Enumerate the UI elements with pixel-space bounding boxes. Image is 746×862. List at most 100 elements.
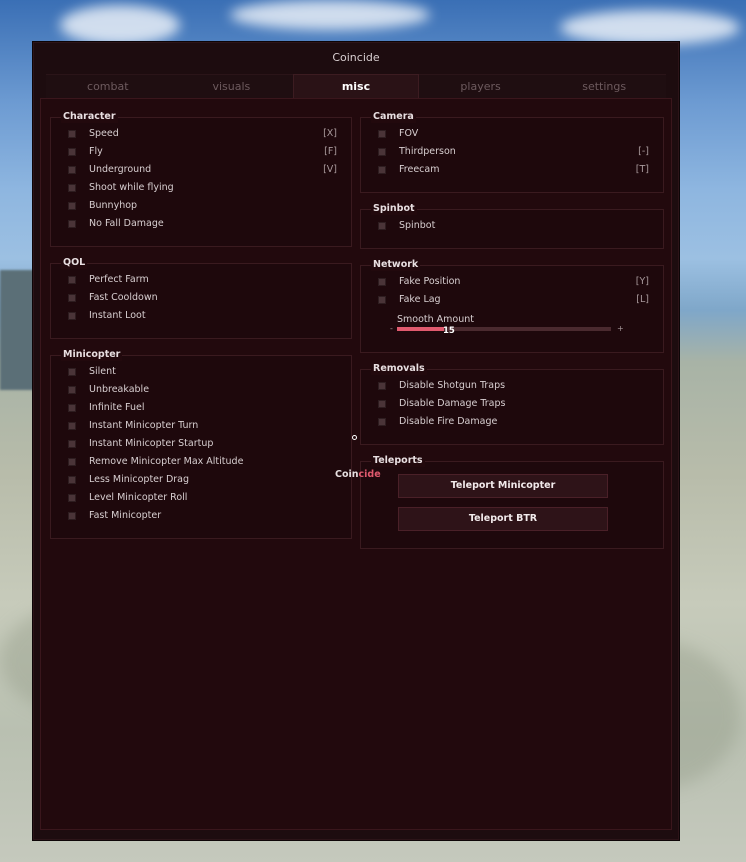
toggle-label: Shoot while flying bbox=[89, 182, 174, 193]
slider-fill bbox=[397, 327, 445, 331]
toggle-label: FOV bbox=[399, 128, 419, 139]
toggle-spinbot[interactable]: Spinbot bbox=[361, 217, 663, 235]
toggle-label: Thirdperson bbox=[399, 146, 456, 157]
checkbox[interactable] bbox=[68, 422, 76, 430]
toggle-silent[interactable]: Silent bbox=[51, 363, 351, 381]
window-title: Coincide bbox=[332, 51, 380, 64]
checkbox[interactable] bbox=[68, 368, 76, 376]
toggle-label: Disable Shotgun Traps bbox=[399, 380, 506, 391]
cheat-menu-window: Coincide combat visuals misc players set… bbox=[33, 42, 679, 840]
toggle-fast-cooldown[interactable]: Fast Cooldown bbox=[51, 289, 351, 307]
toggle-infinite-fuel[interactable]: Infinite Fuel bbox=[51, 399, 351, 417]
keybind[interactable]: [Y] bbox=[636, 276, 649, 288]
tab-settings[interactable]: settings bbox=[542, 74, 666, 98]
toggle-label: Freecam bbox=[399, 164, 440, 175]
toggle-label: Instant Minicopter Turn bbox=[89, 420, 199, 431]
slider-decrement[interactable]: - bbox=[390, 324, 393, 333]
checkbox[interactable] bbox=[68, 512, 76, 520]
toggle-fly[interactable]: Fly [F] bbox=[51, 143, 351, 161]
toggle-perfect-farm[interactable]: Perfect Farm bbox=[51, 271, 351, 289]
toggle-label: Spinbot bbox=[399, 220, 436, 231]
toggle-label: Unbreakable bbox=[89, 384, 150, 395]
toggle-speed[interactable]: Speed [X] bbox=[51, 125, 351, 143]
toggle-label: Speed bbox=[89, 128, 119, 139]
watermark: Coincide bbox=[335, 469, 381, 480]
cloud bbox=[230, 0, 430, 30]
toggle-label: Underground bbox=[89, 164, 152, 175]
checkbox[interactable] bbox=[378, 166, 386, 174]
toggle-instant-loot[interactable]: Instant Loot bbox=[51, 307, 351, 325]
group-qol: QOL Perfect Farm Fast Cooldown Instant L… bbox=[50, 257, 352, 339]
checkbox[interactable] bbox=[68, 404, 76, 412]
toggle-label: Bunnyhop bbox=[89, 200, 138, 211]
toggle-label: Infinite Fuel bbox=[89, 402, 145, 413]
checkbox[interactable] bbox=[378, 400, 386, 408]
keybind[interactable]: [L] bbox=[636, 294, 649, 306]
toggle-label: Silent bbox=[89, 366, 116, 377]
toggle-instant-minicopter-startup[interactable]: Instant Minicopter Startup bbox=[51, 435, 351, 453]
checkbox[interactable] bbox=[68, 148, 76, 156]
checkbox[interactable] bbox=[68, 386, 76, 394]
misc-panel: Character Speed [X] Fly [F] Underground … bbox=[40, 98, 672, 830]
checkbox[interactable] bbox=[68, 276, 76, 284]
checkbox[interactable] bbox=[68, 130, 76, 138]
checkbox[interactable] bbox=[378, 296, 386, 304]
toggle-unbreakable[interactable]: Unbreakable bbox=[51, 381, 351, 399]
toggle-disable-shotgun-traps[interactable]: Disable Shotgun Traps bbox=[361, 377, 663, 395]
checkbox[interactable] bbox=[378, 222, 386, 230]
checkbox[interactable] bbox=[68, 476, 76, 484]
checkbox[interactable] bbox=[68, 202, 76, 210]
toggle-underground[interactable]: Underground [V] bbox=[51, 161, 351, 179]
checkbox[interactable] bbox=[68, 440, 76, 448]
smooth-amount-slider[interactable] bbox=[397, 327, 611, 331]
group-camera: Camera FOV Thirdperson [-] Freecam [T] bbox=[360, 111, 664, 193]
toggle-fov[interactable]: FOV bbox=[361, 125, 663, 143]
checkbox[interactable] bbox=[68, 494, 76, 502]
toggle-thirdperson[interactable]: Thirdperson [-] bbox=[361, 143, 663, 161]
toggle-freecam[interactable]: Freecam [T] bbox=[361, 161, 663, 179]
slider-increment[interactable]: + bbox=[617, 324, 624, 333]
tab-combat[interactable]: combat bbox=[46, 74, 170, 98]
toggle-no-fall-damage[interactable]: No Fall Damage bbox=[51, 215, 351, 233]
checkbox[interactable] bbox=[68, 294, 76, 302]
toggle-label: Perfect Farm bbox=[89, 274, 149, 285]
toggle-fake-position[interactable]: Fake Position [Y] bbox=[361, 273, 663, 291]
toggle-shoot-while-flying[interactable]: Shoot while flying bbox=[51, 179, 351, 197]
keybind[interactable]: [F] bbox=[324, 146, 337, 158]
toggle-bunnyhop[interactable]: Bunnyhop bbox=[51, 197, 351, 215]
teleport-minicopter-button[interactable]: Teleport Minicopter bbox=[398, 474, 608, 498]
cloud bbox=[560, 10, 740, 45]
checkbox[interactable] bbox=[378, 148, 386, 156]
keybind[interactable]: [-] bbox=[638, 146, 649, 158]
toggle-level-minicopter-roll[interactable]: Level Minicopter Roll bbox=[51, 489, 351, 507]
toggle-instant-minicopter-turn[interactable]: Instant Minicopter Turn bbox=[51, 417, 351, 435]
keybind[interactable]: [V] bbox=[323, 164, 337, 176]
tab-players[interactable]: players bbox=[418, 74, 543, 98]
toggle-remove-max-altitude[interactable]: Remove Minicopter Max Altitude bbox=[51, 453, 351, 471]
toggle-fake-lag[interactable]: Fake Lag [L] bbox=[361, 291, 663, 309]
checkbox[interactable] bbox=[378, 130, 386, 138]
toggle-less-minicopter-drag[interactable]: Less Minicopter Drag bbox=[51, 471, 351, 489]
group-title-teleports: Teleports bbox=[371, 455, 425, 467]
tab-misc[interactable]: misc bbox=[293, 74, 419, 98]
group-character: Character Speed [X] Fly [F] Underground … bbox=[50, 111, 352, 247]
watermark-part-2: cide bbox=[358, 469, 381, 480]
checkbox[interactable] bbox=[68, 220, 76, 228]
toggle-disable-fire-damage[interactable]: Disable Fire Damage bbox=[361, 413, 663, 431]
checkbox[interactable] bbox=[68, 312, 76, 320]
toggle-fast-minicopter[interactable]: Fast Minicopter bbox=[51, 507, 351, 525]
keybind[interactable]: [X] bbox=[323, 128, 337, 140]
checkbox[interactable] bbox=[68, 166, 76, 174]
teleport-btr-button[interactable]: Teleport BTR bbox=[398, 507, 608, 531]
keybind[interactable]: [T] bbox=[636, 164, 649, 176]
checkbox[interactable] bbox=[378, 382, 386, 390]
toggle-label: Fake Position bbox=[399, 276, 461, 287]
toggle-disable-damage-traps[interactable]: Disable Damage Traps bbox=[361, 395, 663, 413]
checkbox[interactable] bbox=[68, 184, 76, 192]
tab-visuals[interactable]: visuals bbox=[169, 74, 294, 98]
checkbox[interactable] bbox=[378, 418, 386, 426]
checkbox[interactable] bbox=[378, 278, 386, 286]
toggle-label: Instant Loot bbox=[89, 310, 146, 321]
checkbox[interactable] bbox=[68, 458, 76, 466]
toggle-label: Less Minicopter Drag bbox=[89, 474, 190, 485]
